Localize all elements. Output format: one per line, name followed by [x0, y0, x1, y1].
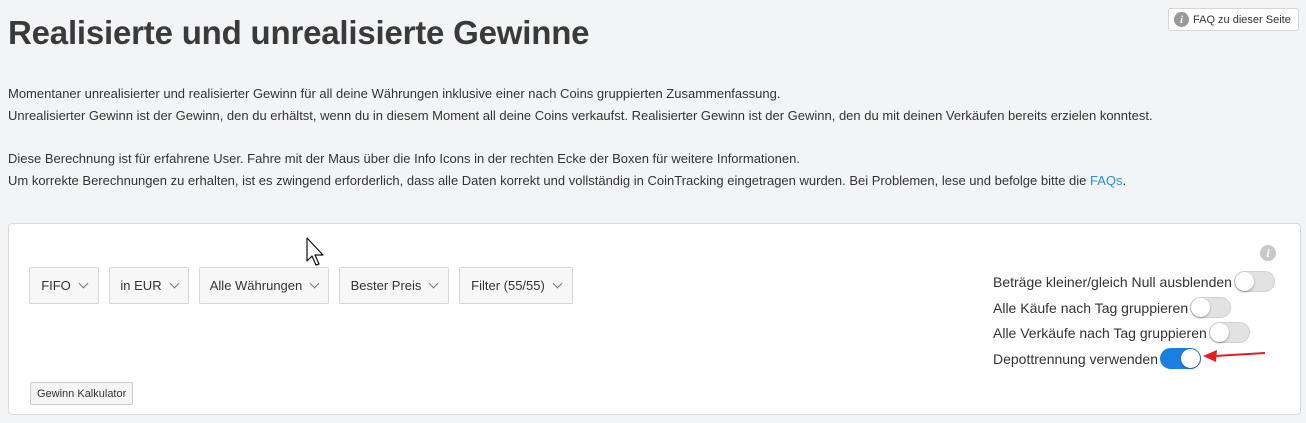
price-dropdown[interactable]: Bester Preis — [339, 267, 449, 304]
description-line-4-text: Um korrekte Berechnungen zu erhalten, is… — [8, 173, 1091, 188]
toggle-group-buys: Alle Käufe nach Tag gruppieren — [993, 297, 1232, 318]
method-dropdown[interactable]: FIFO — [29, 267, 99, 304]
currency-dropdown[interactable]: in EUR — [109, 267, 189, 304]
page-title: Realisierte und unrealisierte Gewinne — [8, 14, 590, 51]
description-line-1: Momentaner unrealisierter und realisiert… — [8, 86, 781, 101]
filter-dropdown[interactable]: Filter (55/55) — [459, 267, 573, 304]
toggle-label: Alle Verkäufe nach Tag gruppieren — [993, 324, 1207, 341]
chevron-down-icon — [428, 278, 439, 289]
faq-button[interactable]: i FAQ zu dieser Seite — [1168, 8, 1299, 31]
toggle-switch[interactable] — [1208, 322, 1250, 343]
description-line-3: Diese Berechnung ist für erfahrene User.… — [8, 151, 800, 166]
coins-dropdown[interactable]: Alle Währungen — [199, 267, 329, 304]
toggle-depot-separation: Depottrennung verwenden — [993, 348, 1202, 369]
chevron-down-icon — [78, 278, 89, 289]
toggle-label: Alle Käufe nach Tag gruppieren — [993, 299, 1189, 316]
method-dropdown-label: FIFO — [41, 278, 71, 293]
toggle-label: Beträge kleiner/gleich Null ausblenden — [993, 273, 1232, 290]
chevron-down-icon — [169, 278, 180, 289]
chevron-down-icon — [552, 278, 563, 289]
mouse-pointer-icon — [306, 237, 324, 266]
toggle-hide-zero: Beträge kleiner/gleich Null ausblenden — [993, 271, 1275, 292]
price-dropdown-label: Bester Preis — [350, 278, 422, 293]
toggle-switch[interactable] — [1190, 297, 1232, 318]
faq-button-label: FAQ zu dieser Seite — [1193, 13, 1291, 26]
description-line-4: Um korrekte Berechnungen zu erhalten, is… — [8, 173, 1126, 188]
description-line-2: Unrealisierter Gewinn ist der Gewinn, de… — [8, 108, 1153, 123]
toggle-group-sells: Alle Verkäufe nach Tag gruppieren — [993, 322, 1250, 343]
currency-dropdown-label: in EUR — [120, 278, 162, 293]
annotation-arrow-icon — [1203, 350, 1266, 362]
faq-link[interactable]: FAQs — [1090, 173, 1123, 188]
toggle-knob — [1209, 323, 1229, 342]
settings-panel: FIFO in EUR Alle Währungen Bester Preis … — [8, 223, 1301, 415]
toggle-knob — [1191, 298, 1211, 317]
info-icon: i — [1174, 12, 1189, 27]
arrow-shaft — [1214, 352, 1266, 357]
info-icon[interactable]: i — [1260, 245, 1276, 261]
profit-calculator-button[interactable]: Gewinn Kalkulator — [30, 382, 134, 405]
toggle-switch[interactable] — [1160, 348, 1202, 369]
coins-dropdown-label: Alle Währungen — [209, 278, 303, 293]
toggle-knob — [1234, 272, 1254, 291]
filter-dropdown-label: Filter (55/55) — [471, 278, 545, 293]
chevron-down-icon — [309, 278, 320, 289]
toggle-label: Depottrennung verwenden — [993, 350, 1159, 367]
toggle-switch[interactable] — [1233, 271, 1275, 292]
arrow-head — [1203, 350, 1217, 362]
description-line-4-end: . — [1122, 173, 1127, 188]
toggle-knob — [1181, 349, 1201, 368]
